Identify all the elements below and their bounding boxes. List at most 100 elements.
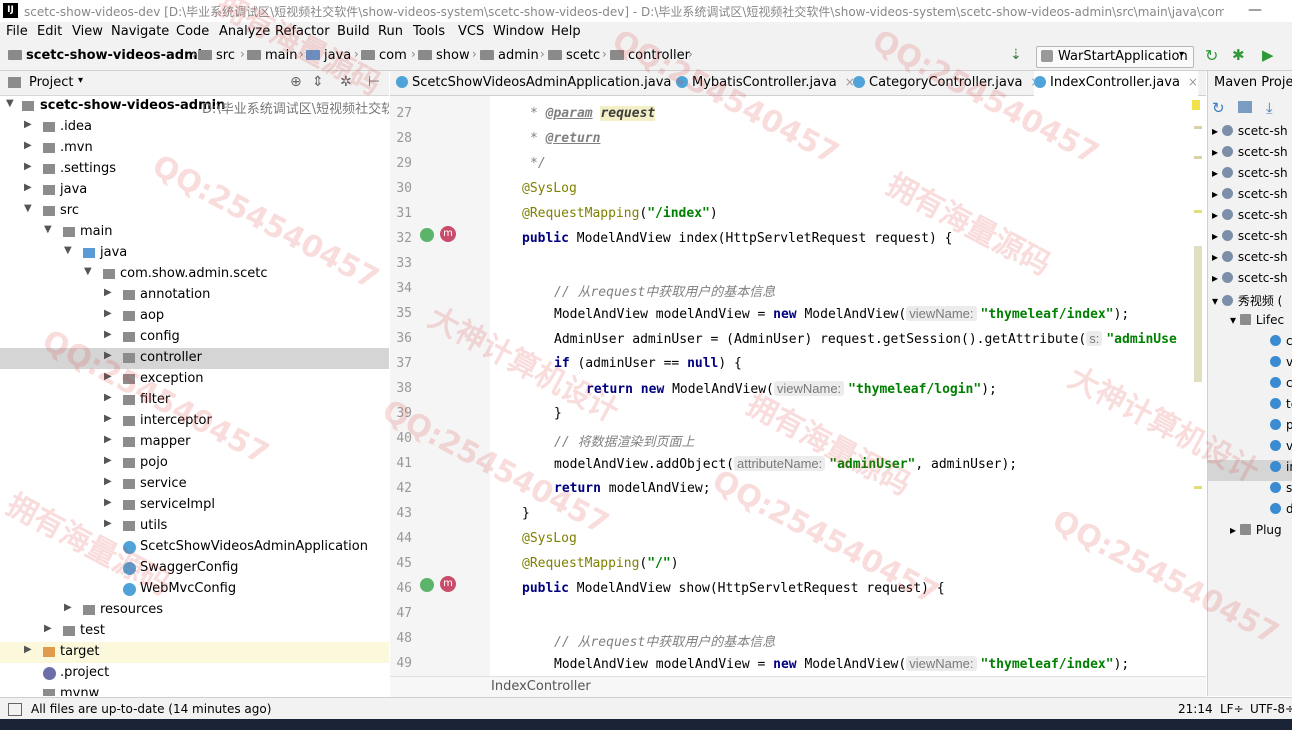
tree-item-filter[interactable]: ▶ filter: [0, 390, 389, 411]
menu-build[interactable]: Build: [337, 24, 370, 39]
tree-item-test[interactable]: ▶ test: [0, 621, 389, 642]
tree-item-mapper[interactable]: ▶ mapper: [0, 432, 389, 453]
scrollbar-thumb[interactable]: [1194, 246, 1202, 382]
maven-goal[interactable]: c: [1270, 376, 1292, 397]
crumb-show[interactable]: show: [418, 48, 470, 63]
maven-goal[interactable]: d: [1270, 502, 1292, 523]
spring-bean-icon[interactable]: [420, 578, 434, 592]
collapse-icon[interactable]: ⇕: [312, 74, 324, 90]
warning-marker-icon[interactable]: [1192, 100, 1200, 110]
tree-item-serviceimpl[interactable]: ▶ serviceImpl: [0, 495, 389, 516]
crumb-controller[interactable]: controller: [610, 48, 690, 63]
crumb-module[interactable]: scetc-show-videos-admin: [8, 48, 211, 63]
maven-goal[interactable]: v: [1270, 355, 1292, 376]
tree-item-project-file[interactable]: .project: [0, 663, 389, 684]
menu-vcs[interactable]: VCS: [458, 24, 484, 39]
tree-item-swagger-config[interactable]: SwaggerConfig: [0, 558, 389, 579]
tree-item-webmvc-config[interactable]: WebMvcConfig: [0, 579, 389, 600]
menu-tools[interactable]: Tools: [413, 24, 445, 39]
tab-mybatis-controller[interactable]: MybatisController.java ×: [676, 71, 855, 99]
build-icon[interactable]: ⇣: [1010, 47, 1022, 63]
maven-item[interactable]: ▸ scetc-sh: [1212, 229, 1288, 250]
menu-run[interactable]: Run: [378, 24, 403, 39]
maven-item[interactable]: ▸ scetc-sh: [1212, 208, 1288, 229]
tab-category-controller[interactable]: CategoryController.java×: [853, 71, 1041, 99]
debug-icon[interactable]: ✱: [1232, 46, 1245, 64]
tree-item-package[interactable]: ▼ com.show.admin.scetc: [0, 264, 389, 285]
tab-index-controller[interactable]: IndexController.java ×: [1034, 71, 1198, 99]
close-icon[interactable]: ×: [1188, 75, 1198, 89]
chevron-down-icon[interactable]: ▾: [78, 75, 83, 86]
menu-file[interactable]: File: [6, 24, 28, 39]
tree-item-utils[interactable]: ▶ utils: [0, 516, 389, 537]
crumb-com[interactable]: com: [361, 48, 407, 63]
maven-item[interactable]: ▸ scetc-sh: [1212, 124, 1288, 145]
tree-item-pojo[interactable]: ▶ pojo: [0, 453, 389, 474]
crumb-main[interactable]: main: [247, 48, 297, 63]
tree-item-config[interactable]: ▶ config: [0, 327, 389, 348]
menu-code[interactable]: Code: [176, 24, 209, 39]
tree-item-module[interactable]: ▼ scetc-show-videos-admin D:\毕业系统调试区\短视频…: [0, 96, 389, 117]
breadcrumb-class[interactable]: IndexController: [491, 679, 591, 694]
maven-item[interactable]: ▸ scetc-sh: [1212, 250, 1288, 271]
menu-help[interactable]: Help: [551, 24, 581, 39]
tree-item-aop[interactable]: ▶ aop: [0, 306, 389, 327]
minimize-button[interactable]: —: [1248, 2, 1262, 18]
tree-item-service[interactable]: ▶ service: [0, 474, 389, 495]
crumb-scetc[interactable]: scetc: [548, 48, 600, 63]
tree-item-app-class[interactable]: ScetcShowVideosAdminApplication: [0, 537, 389, 558]
gear-icon[interactable]: ✲: [340, 74, 352, 90]
spring-bean-icon[interactable]: [420, 228, 434, 242]
menu-window[interactable]: Window: [493, 24, 544, 39]
crumb-admin[interactable]: admin: [480, 48, 539, 63]
scroll-marker[interactable]: [1194, 486, 1202, 489]
maven-lifecycle[interactable]: ▾ Lifec: [1230, 313, 1284, 334]
tab-scetc-app[interactable]: ScetcShowVideosAdminApplication.java×: [396, 71, 689, 99]
tree-item-target[interactable]: ▶ target: [0, 642, 389, 663]
maven-goal[interactable]: p: [1270, 418, 1292, 439]
refresh-icon[interactable]: ↻: [1212, 99, 1225, 117]
code-editor[interactable]: * @param request * @return */ @SysLog @R…: [490, 96, 1206, 676]
coverage-icon[interactable]: ▶: [1262, 46, 1274, 64]
generate-sources-icon[interactable]: [1238, 101, 1252, 113]
download-icon[interactable]: ⤓: [1266, 99, 1273, 117]
maven-goal[interactable]: c: [1270, 334, 1292, 355]
crumb-src[interactable]: src: [198, 48, 235, 63]
tree-item-controller[interactable]: ▶ controller: [0, 348, 389, 369]
maven-goal[interactable]: te: [1270, 397, 1292, 418]
menu-refactor[interactable]: Refactor: [275, 24, 330, 39]
tree-item-resources[interactable]: ▶ resources: [0, 600, 389, 621]
tree-item-mvnw[interactable]: mvnw: [0, 684, 389, 696]
maven-goal-selected[interactable]: in: [1208, 460, 1292, 481]
project-panel-title[interactable]: Project: [29, 75, 73, 90]
tool-window-icon[interactable]: [8, 703, 22, 716]
maven-item[interactable]: ▾ 秀视频 (: [1212, 292, 1282, 313]
maven-goal[interactable]: s: [1270, 481, 1292, 502]
mapping-icon[interactable]: m: [440, 576, 456, 592]
rerun-icon[interactable]: ↻: [1205, 46, 1218, 65]
tree-item-main[interactable]: ▼ main: [0, 222, 389, 243]
tree-item-interceptor[interactable]: ▶ interceptor: [0, 411, 389, 432]
run-config-select[interactable]: WarStartApplication ▾: [1036, 46, 1194, 68]
file-encoding[interactable]: UTF-8÷: [1250, 702, 1292, 716]
maven-item[interactable]: ▸ scetc-sh: [1212, 271, 1288, 292]
scroll-marker[interactable]: [1194, 126, 1202, 129]
locate-icon[interactable]: ⊕: [290, 74, 302, 90]
mapping-icon[interactable]: m: [440, 226, 456, 242]
hide-panel-icon[interactable]: ⊢: [368, 74, 380, 90]
tree-item-java[interactable]: ▼ java: [0, 243, 389, 264]
menu-navigate[interactable]: Navigate: [111, 24, 169, 39]
menu-analyze[interactable]: Analyze: [219, 24, 270, 39]
scroll-marker[interactable]: [1194, 210, 1202, 213]
tree-item-settings[interactable]: ▶ .settings: [0, 159, 389, 180]
line-separator[interactable]: LF÷: [1220, 702, 1244, 716]
tree-item-java-root[interactable]: ▶ java: [0, 180, 389, 201]
tree-item-annotation[interactable]: ▶ annotation: [0, 285, 389, 306]
caret-position[interactable]: 21:14: [1178, 702, 1213, 716]
tree-item-idea[interactable]: ▶ .idea: [0, 117, 389, 138]
menu-edit[interactable]: Edit: [37, 24, 62, 39]
menu-view[interactable]: View: [72, 24, 103, 39]
maven-item[interactable]: ▸ scetc-sh: [1212, 166, 1288, 187]
maven-item[interactable]: ▸ scetc-sh: [1212, 145, 1288, 166]
maven-item[interactable]: ▸ scetc-sh: [1212, 187, 1288, 208]
